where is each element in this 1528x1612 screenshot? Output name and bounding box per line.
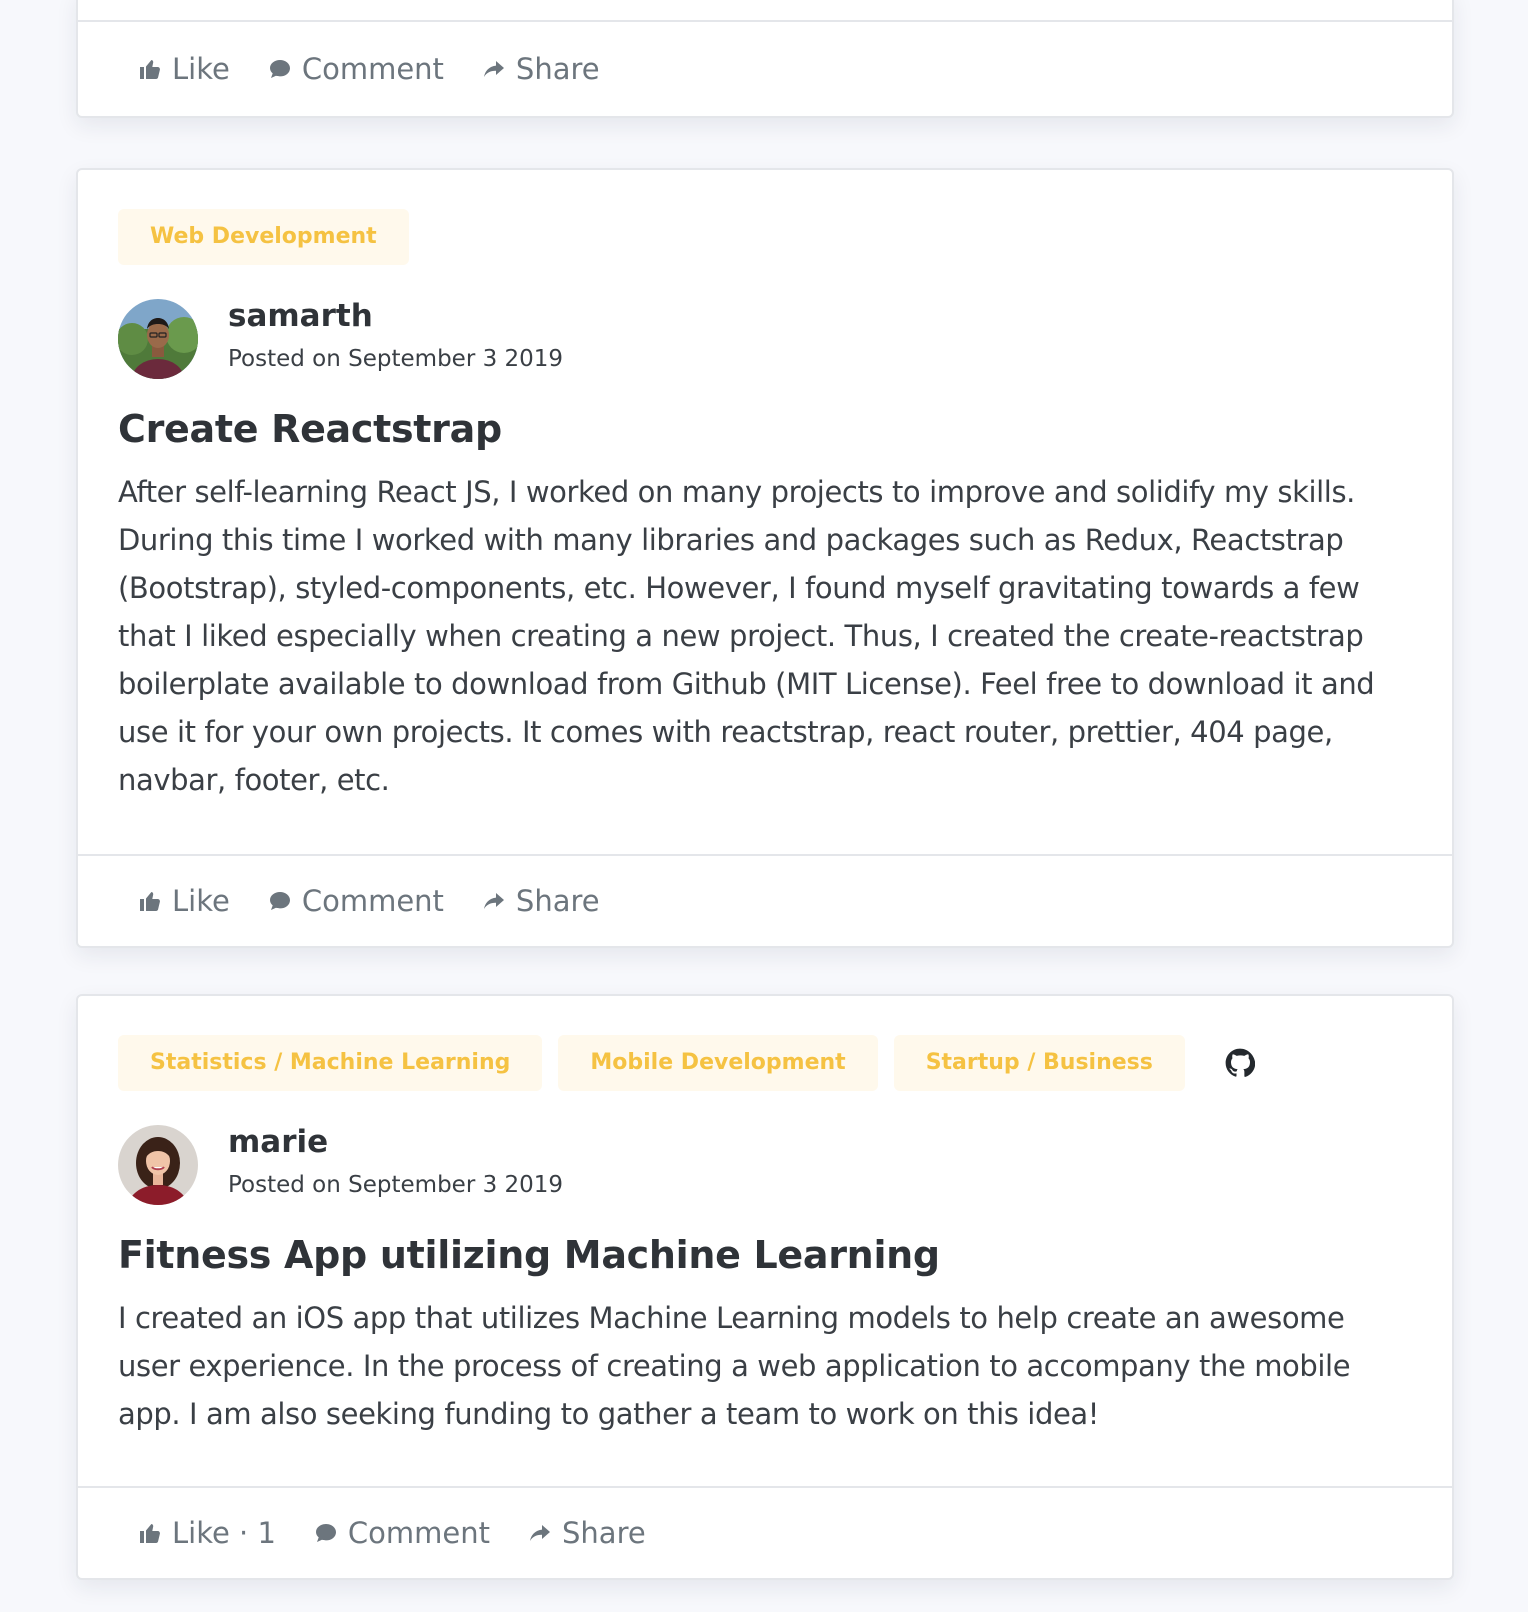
comment-label: Comment: [301, 52, 444, 86]
avatar-photo-samarth: [118, 299, 198, 379]
post-feed: Like Comment Share Web Development samar…: [0, 0, 1528, 1612]
post-card-previous: Like Comment Share: [76, 0, 1454, 118]
share-arrow-icon: [483, 893, 504, 909]
share-button[interactable]: Share: [482, 52, 600, 86]
like-label: Like · 1: [172, 1516, 276, 1550]
share-label: Share: [562, 1516, 646, 1550]
like-button[interactable]: Like · 1: [138, 1516, 276, 1550]
author-name[interactable]: samarth: [228, 298, 563, 334]
comment-icon: [269, 60, 290, 78]
post-body: After self-learning React JS, I worked o…: [118, 475, 1375, 797]
avatar-photo-marie: [118, 1125, 198, 1205]
post-actions: Like Comment Share: [78, 854, 1452, 946]
post-title[interactable]: Create Reactstrap: [118, 406, 1412, 452]
comment-icon: [269, 892, 290, 910]
tag-list: Web Development: [118, 208, 1412, 266]
tag-badge[interactable]: Web Development: [118, 209, 409, 265]
tag-badge[interactable]: Statistics / Machine Learning: [118, 1035, 543, 1091]
post-date: Posted on September 3 2019: [228, 346, 564, 372]
share-label: Share: [515, 52, 600, 86]
thumbs-up-icon: [140, 1524, 160, 1543]
author-name[interactable]: marie: [228, 1124, 563, 1160]
post-actions: Like Comment Share: [78, 20, 1452, 116]
tag-badge[interactable]: Mobile Development: [558, 1035, 878, 1091]
post-actions: Like · 1 Comment Share: [78, 1486, 1452, 1578]
post-card: Web Development samarth Posted on Septem…: [76, 168, 1454, 948]
post-title[interactable]: Fitness App utilizing Machine Learning: [118, 1232, 1412, 1278]
comment-button[interactable]: Comment: [268, 52, 444, 86]
post-body: I created an iOS app that utilizes Machi…: [118, 1301, 1351, 1431]
share-label: Share: [515, 884, 600, 918]
like-label: Like: [172, 52, 230, 86]
post-card: Statistics / Machine Learning Mobile Dev…: [76, 994, 1454, 1580]
github-icon[interactable]: [1225, 1048, 1255, 1078]
tag-list: Statistics / Machine Learning Mobile Dev…: [118, 1034, 1412, 1092]
thumbs-up-icon: [140, 60, 160, 79]
comment-button[interactable]: Comment: [268, 884, 444, 918]
share-button[interactable]: Share: [528, 1516, 646, 1550]
author-block: samarth Posted on September 3 2019: [118, 298, 1412, 380]
comment-label: Comment: [301, 884, 444, 918]
comment-icon: [315, 1524, 336, 1542]
thumbs-up-icon: [140, 892, 160, 911]
avatar[interactable]: [118, 299, 198, 379]
comment-label: Comment: [347, 1516, 491, 1550]
share-button[interactable]: Share: [482, 884, 600, 918]
like-button[interactable]: Like: [138, 884, 230, 918]
comment-button[interactable]: Comment: [314, 1516, 490, 1550]
author-block: marie Posted on September 3 2019: [118, 1124, 1412, 1206]
tag-badge[interactable]: Startup / Business: [893, 1035, 1185, 1091]
share-arrow-icon: [530, 1525, 551, 1541]
post-date: Posted on September 3 2019: [228, 1172, 564, 1198]
like-button[interactable]: Like: [138, 52, 230, 86]
share-arrow-icon: [483, 61, 504, 77]
avatar[interactable]: [118, 1125, 198, 1205]
like-label: Like: [172, 884, 230, 918]
